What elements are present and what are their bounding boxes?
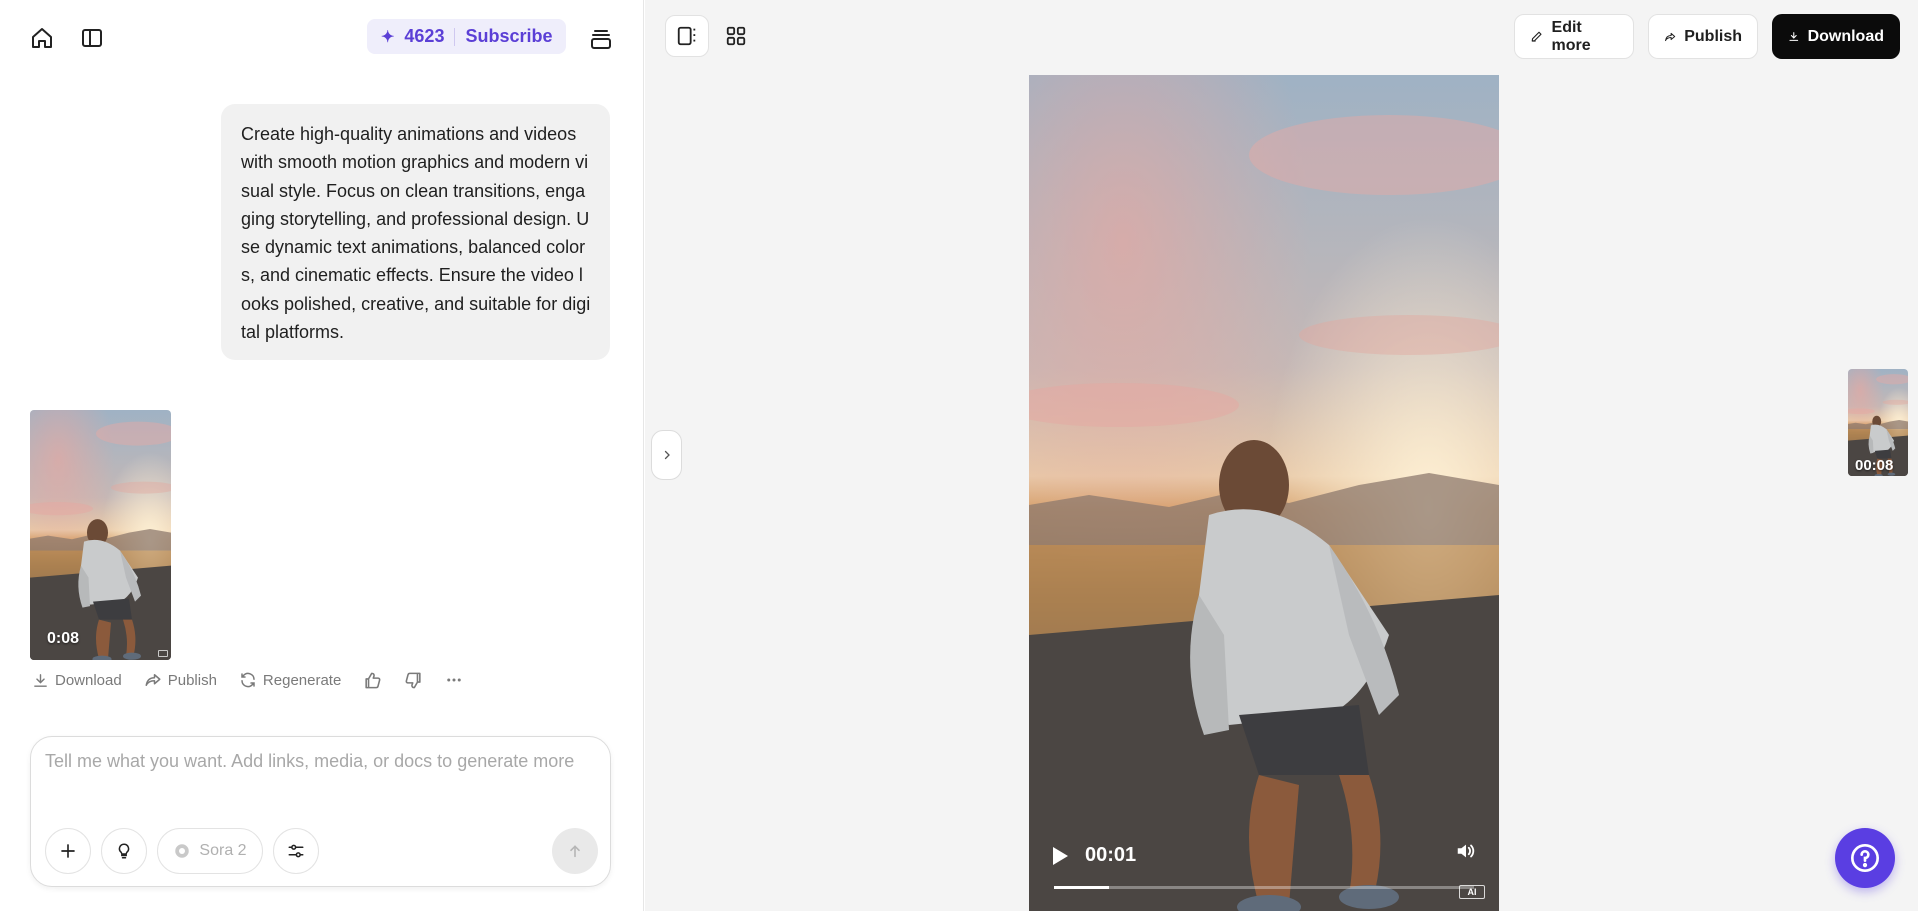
share-icon — [145, 674, 161, 686]
volume-icon — [1457, 844, 1475, 858]
ai-badge-icon — [158, 650, 168, 657]
edit-more-button[interactable]: Edit more — [1514, 14, 1634, 59]
credits-badge[interactable]: ✦ 4623 Subscribe — [367, 19, 567, 54]
grid-icon — [726, 26, 746, 46]
result-video-thumbnail[interactable]: 0:08 — [30, 410, 171, 660]
help-button[interactable] — [1835, 828, 1895, 888]
side-video-thumbnail[interactable]: 00:08 — [1848, 369, 1908, 476]
play-icon — [1053, 846, 1068, 865]
divider — [454, 27, 456, 46]
publish-label: Publish — [1684, 27, 1742, 45]
send-button[interactable] — [552, 828, 598, 874]
pencil-icon — [1531, 31, 1542, 42]
history-stack-icon[interactable] — [586, 24, 616, 54]
subscribe-button[interactable]: Subscribe — [465, 26, 552, 47]
download-button[interactable]: Download — [1772, 14, 1900, 59]
credits-count: 4623 — [404, 26, 445, 46]
prompt-input[interactable] — [45, 751, 595, 791]
download-icon — [34, 673, 47, 687]
model-name: Sora 2 — [199, 842, 247, 859]
progress-bar[interactable] — [1054, 886, 1474, 889]
edit-more-label: Edit more — [1551, 18, 1591, 54]
plus-icon — [61, 844, 75, 858]
download-action-button[interactable]: Download — [32, 672, 122, 689]
arrow-up-icon — [570, 845, 580, 858]
model-selector[interactable]: Sora 2 — [157, 828, 263, 874]
current-time: 00:01 — [1085, 844, 1137, 866]
grid-view-toggle[interactable] — [714, 15, 758, 57]
single-view-icon — [677, 26, 696, 46]
ai-watermark: AI — [1459, 885, 1485, 899]
publish-action-label: Publish — [167, 671, 217, 689]
more-options-icon[interactable] — [445, 671, 463, 689]
download-label: Download — [1807, 27, 1884, 45]
sliders-icon — [288, 844, 304, 858]
expand-panel-button[interactable] — [651, 430, 682, 480]
side-video-duration: 00:08 — [1855, 457, 1894, 474]
publish-action-button[interactable]: Publish — [144, 671, 217, 689]
thumbs-down-icon[interactable] — [404, 671, 423, 690]
progress-fill — [1054, 886, 1109, 889]
chevron-right-icon — [664, 450, 670, 460]
regenerate-action-label: Regenerate — [262, 671, 342, 689]
play-button[interactable]: 00:01 — [1051, 844, 1136, 867]
video-player[interactable]: 00:01 AI — [1029, 75, 1499, 911]
lightbulb-icon — [118, 843, 130, 859]
download-icon — [1789, 32, 1799, 41]
thumbs-up-icon[interactable] — [363, 671, 382, 690]
idea-button[interactable] — [101, 828, 147, 874]
prompt-composer: Sora 2 — [30, 736, 611, 887]
share-icon — [1665, 32, 1676, 41]
video-frame — [1029, 75, 1499, 911]
sidebar-toggle-icon[interactable] — [76, 22, 108, 54]
download-action-label: Download — [55, 671, 122, 689]
settings-sliders-button[interactable] — [273, 828, 319, 874]
publish-button[interactable]: Publish — [1648, 14, 1758, 59]
sparkle-icon: ✦ — [381, 28, 395, 46]
regenerate-action-button[interactable]: Regenerate — [239, 671, 341, 689]
volume-button[interactable] — [1455, 840, 1477, 867]
add-attachment-button[interactable] — [45, 828, 91, 874]
user-prompt-bubble: Create high-quality animations and video… — [221, 104, 610, 360]
refresh-icon — [241, 672, 255, 688]
result-actions: Download Publish Regenerate — [32, 668, 485, 692]
video-duration: 0:08 — [47, 630, 80, 647]
help-icon — [1851, 844, 1879, 872]
sora-logo-icon — [175, 844, 190, 858]
single-view-toggle[interactable] — [665, 15, 709, 57]
chat-panel: ✦ 4623 Subscribe Create high-quality ani… — [0, 0, 644, 911]
home-icon[interactable] — [26, 22, 58, 54]
